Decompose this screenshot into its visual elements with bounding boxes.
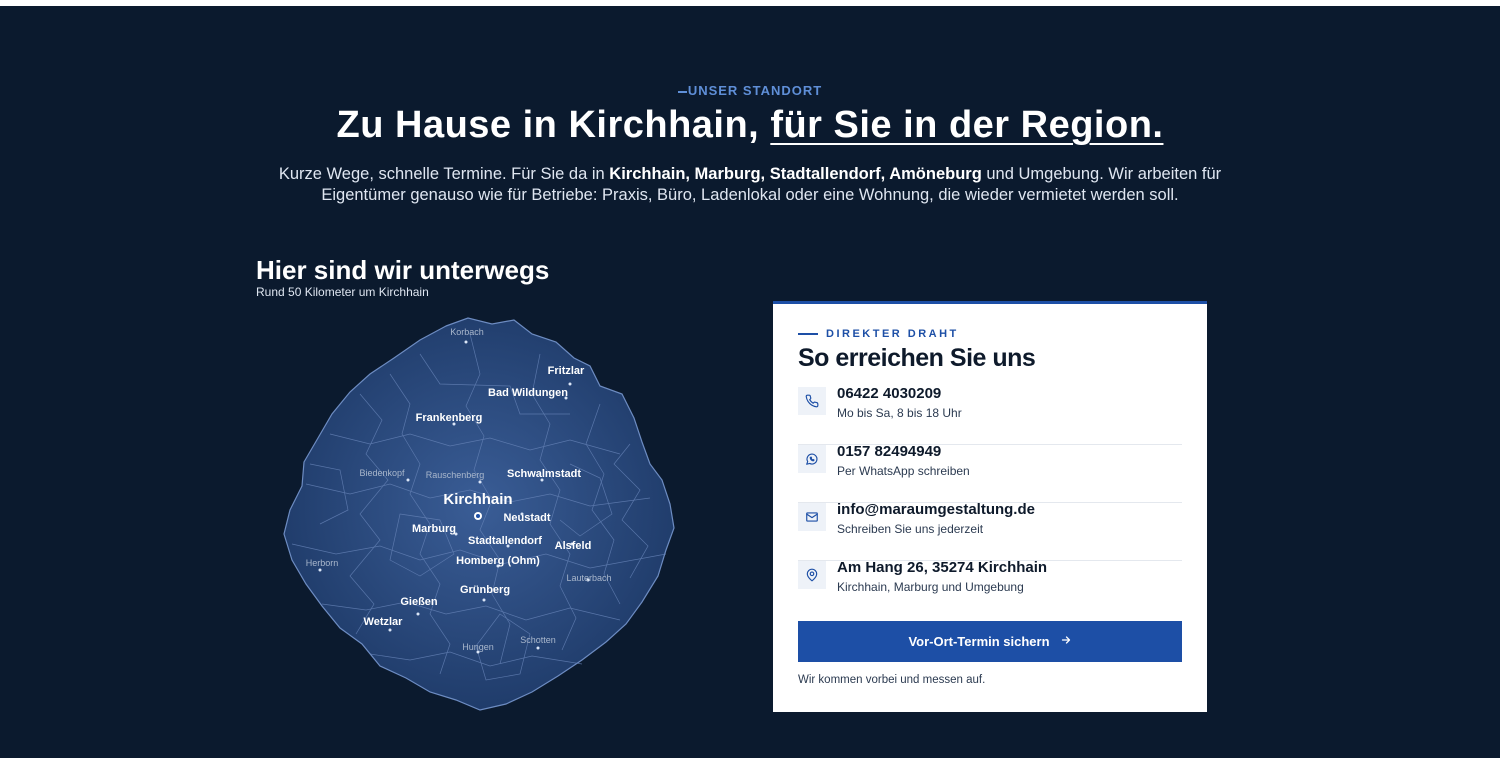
town-marburg: Marburg bbox=[412, 523, 456, 535]
email-hint: Schreiben Sie uns jederzeit bbox=[837, 522, 984, 536]
section-eyebrow: UNSER STANDORT bbox=[0, 83, 1500, 98]
map-title: Hier sind wir unterwegs bbox=[256, 255, 550, 285]
location-pin-icon bbox=[798, 561, 826, 589]
town-lauterbach: Lauterbach bbox=[566, 573, 611, 583]
section-headline: Zu Hause in Kirchhain, für Sie in der Re… bbox=[0, 104, 1500, 147]
contact-row-whatsapp[interactable]: 0157 82494949 Per WhatsApp schreiben bbox=[798, 443, 1182, 503]
service-area-map: Korbach Fritzlar Bad Wildungen Frankenbe… bbox=[270, 314, 690, 714]
town-hungen: Hungen bbox=[462, 642, 494, 652]
town-wetzlar: Wetzlar bbox=[364, 616, 404, 628]
eyebrow-label: UNSER STANDORT bbox=[687, 83, 823, 98]
email-address[interactable]: info@maraumgestaltung.de bbox=[837, 501, 1035, 518]
town-alsfeld: Alsfeld bbox=[555, 540, 592, 552]
map-subtitle: Rund 50 Kilometer um Kirchhain bbox=[256, 285, 429, 299]
phone-hours: Mo bis Sa, 8 bis 18 Uhr bbox=[837, 406, 962, 420]
town-herborn: Herborn bbox=[306, 558, 339, 568]
town-giessen: Gießen bbox=[400, 596, 438, 608]
eyebrow-line bbox=[798, 333, 818, 336]
contact-row-email[interactable]: info@maraumgestaltung.de Schreiben Sie u… bbox=[798, 501, 1182, 561]
cta-label: Vor-Ort-Termin sichern bbox=[908, 634, 1050, 649]
intro-places: Kirchhain, Marburg, Stadtallendorf, Amön… bbox=[609, 165, 982, 183]
headline-part-1: Zu Hause in Kirchhain, bbox=[336, 104, 760, 146]
whatsapp-number[interactable]: 0157 82494949 bbox=[837, 443, 941, 460]
book-appointment-button[interactable]: Vor-Ort-Termin sichern bbox=[798, 621, 1182, 662]
phone-icon bbox=[798, 387, 826, 415]
section-intro: Kurze Wege, schnelle Termine. Für Sie da… bbox=[270, 164, 1230, 206]
whatsapp-hint: Per WhatsApp schreiben bbox=[837, 464, 970, 478]
phone-number[interactable]: 06422 4030209 bbox=[837, 385, 941, 402]
town-frankenberg: Frankenberg bbox=[416, 412, 483, 424]
town-bad-wildungen: Bad Wildungen bbox=[488, 387, 568, 399]
town-biedenkopf: Biedenkopf bbox=[359, 468, 405, 478]
mail-icon bbox=[798, 503, 826, 531]
arrow-right-icon bbox=[1060, 634, 1072, 649]
town-gruenberg: Grünberg bbox=[460, 584, 510, 596]
kirchhain-marker-center bbox=[476, 514, 480, 518]
contact-row-phone[interactable]: 06422 4030209 Mo bis Sa, 8 bis 18 Uhr bbox=[798, 385, 1182, 445]
town-kirchhain: Kirchhain bbox=[443, 491, 512, 508]
town-fritzlar: Fritzlar bbox=[548, 365, 585, 377]
intro-text-1: Kurze Wege, schnelle Termine. Für Sie da… bbox=[278, 165, 610, 183]
town-neustadt: Neustadt bbox=[503, 512, 550, 524]
contact-eyebrow: DIREKTER DRAHT bbox=[798, 328, 959, 340]
town-homberg-ohm: Homberg (Ohm) bbox=[456, 555, 540, 567]
street-address[interactable]: Am Hang 26, 35274 Kirchhain bbox=[837, 559, 1047, 576]
eyebrow-dash bbox=[677, 90, 687, 93]
contact-eyebrow-label: DIREKTER DRAHT bbox=[826, 328, 959, 340]
town-schwalmstadt: Schwalmstadt bbox=[507, 468, 581, 480]
town-korbach: Korbach bbox=[450, 327, 484, 337]
town-schotten: Schotten bbox=[520, 635, 556, 645]
contact-card: DIREKTER DRAHT So erreichen Sie uns 0642… bbox=[773, 301, 1207, 712]
map-svg: Korbach Fritzlar Bad Wildungen Frankenbe… bbox=[283, 317, 675, 711]
town-stadtallendorf: Stadtallendorf bbox=[468, 535, 542, 547]
whatsapp-icon bbox=[798, 445, 826, 473]
cta-note: Wir kommen vorbei und messen auf. bbox=[798, 674, 986, 686]
contact-row-address[interactable]: Am Hang 26, 35274 Kirchhain Kirchhain, M… bbox=[798, 559, 1182, 618]
town-rauschenberg: Rauschenberg bbox=[426, 470, 485, 480]
address-area: Kirchhain, Marburg und Umgebung bbox=[837, 580, 1024, 594]
contact-title: So erreichen Sie uns bbox=[798, 344, 1036, 372]
headline-part-2: für Sie in der Region. bbox=[770, 104, 1164, 146]
